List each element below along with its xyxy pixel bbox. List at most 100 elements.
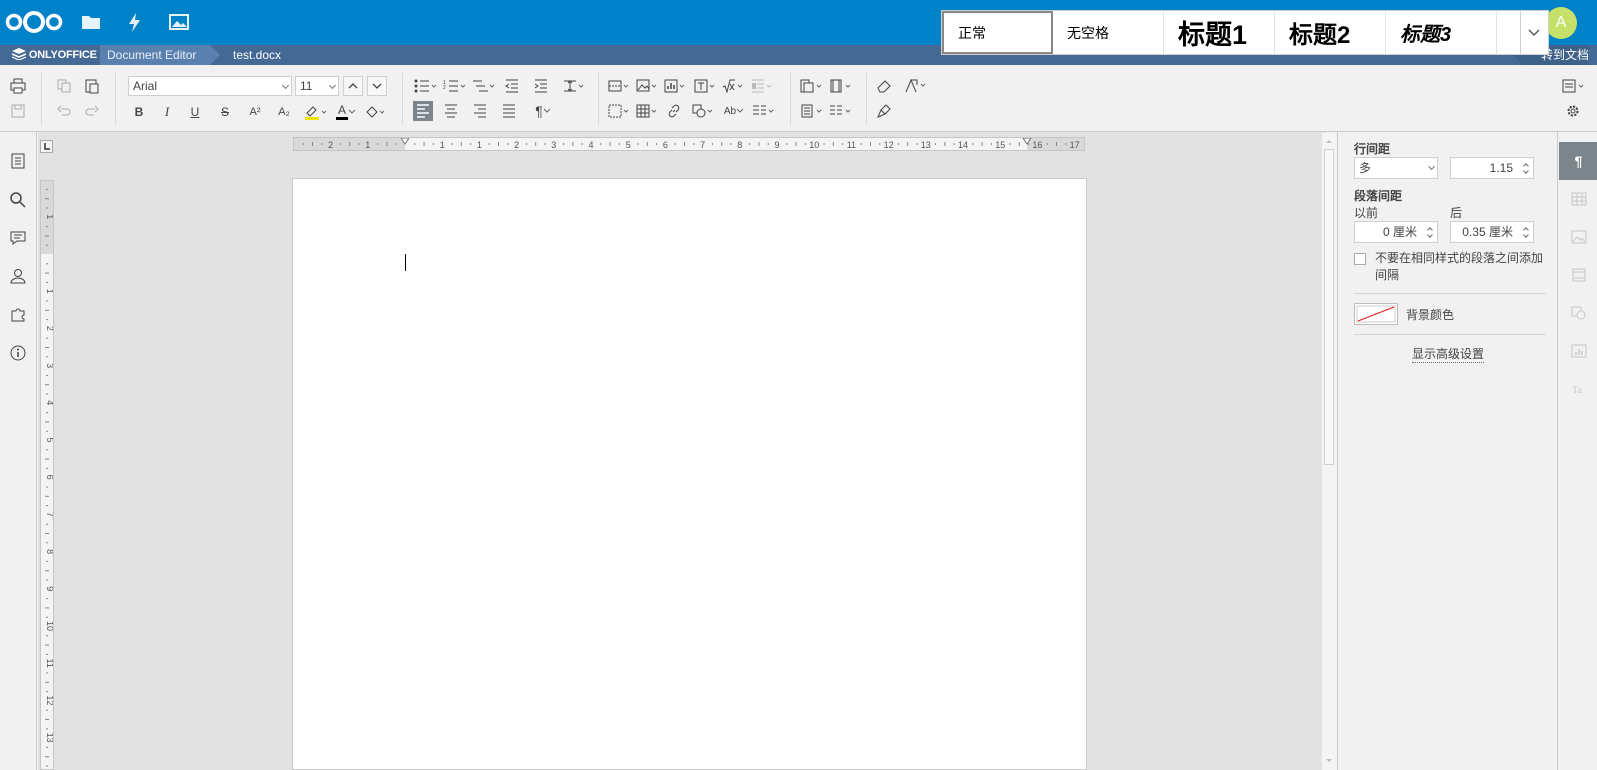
line-spacing-button[interactable] <box>562 76 588 96</box>
print-button[interactable] <box>8 76 28 96</box>
insert-columns-button[interactable] <box>828 101 854 121</box>
comments-icon[interactable] <box>9 229 27 247</box>
undo-button[interactable] <box>54 101 74 121</box>
user-avatar[interactable]: A <box>1545 7 1577 39</box>
chat-user-icon[interactable] <box>9 267 27 285</box>
spacing-before-input[interactable]: 0 厘米 <box>1354 221 1438 243</box>
no-space-same-style-checkbox[interactable] <box>1354 253 1366 265</box>
font-color-button[interactable]: A <box>333 102 359 122</box>
scroll-thumb[interactable] <box>1324 149 1334 465</box>
style-heading-3[interactable]: 标题3 <box>1386 11 1497 54</box>
style-heading-2[interactable]: 标题2 <box>1275 11 1386 54</box>
tab-paragraph-settings[interactable]: ¶ <box>1559 142 1597 180</box>
horizontal-ruler[interactable]: 2 1 1 1 2 3 4 5 6 7 8 9 10 11 12 13 14 15 16 17 <box>293 137 1085 151</box>
italic-button[interactable]: I <box>157 102 177 122</box>
text-art-button[interactable]: Ab <box>720 101 748 121</box>
insert-table-button[interactable] <box>636 101 660 121</box>
insert-textbox-button[interactable] <box>694 76 718 96</box>
dropcap-button[interactable] <box>751 76 775 96</box>
files-icon[interactable] <box>80 11 102 33</box>
line-spacing-mode-select[interactable]: 多 <box>1354 157 1438 179</box>
bold-button[interactable]: B <box>129 102 149 122</box>
file-icon[interactable] <box>9 152 27 170</box>
highlight-button[interactable] <box>302 102 330 122</box>
vertical-ruler[interactable]: 112345678910111213 <box>40 180 54 770</box>
columns-button[interactable] <box>751 101 777 121</box>
increase-indent-button[interactable] <box>531 76 551 96</box>
style-normal[interactable]: 正常 <box>942 11 1053 54</box>
scroll-up-icon[interactable] <box>1322 135 1336 147</box>
activity-icon[interactable] <box>124 11 146 33</box>
change-color-scheme-button[interactable] <box>903 76 929 96</box>
redo-button[interactable] <box>82 101 102 121</box>
increase-font-button[interactable] <box>343 76 363 96</box>
justify-button[interactable] <box>499 101 519 121</box>
subscript-button[interactable]: A₂ <box>273 102 295 122</box>
paragraph-shading-button[interactable] <box>363 102 389 122</box>
multilevel-list-button[interactable] <box>472 76 496 96</box>
insert-chart-button[interactable] <box>664 76 688 96</box>
underline-button[interactable]: U <box>185 102 205 122</box>
document-page[interactable] <box>292 178 1087 770</box>
gallery-icon[interactable] <box>168 11 190 33</box>
spacing-after-input[interactable]: 0.35 厘米 <box>1450 221 1534 243</box>
advanced-settings-link[interactable]: 显示高级设置 <box>1412 345 1485 363</box>
font-size-select[interactable]: 11 <box>295 76 339 96</box>
align-right-button[interactable] <box>470 101 490 121</box>
align-left-button[interactable] <box>413 101 433 121</box>
scroll-down-icon[interactable] <box>1322 755 1336 767</box>
tab-selector[interactable] <box>40 140 53 153</box>
insert-equation-button[interactable] <box>722 76 746 96</box>
line-spacing-value-input[interactable]: 1.15 <box>1450 157 1534 179</box>
plugins-icon[interactable] <box>9 305 27 323</box>
decrease-indent-button[interactable] <box>502 76 522 96</box>
tab-textart-settings[interactable]: Ta <box>1559 370 1597 408</box>
ruler-tick <box>45 384 49 386</box>
page-break-button[interactable] <box>608 76 632 96</box>
search-icon[interactable] <box>9 191 27 209</box>
clear-style-button[interactable] <box>874 76 894 96</box>
nextcloud-logo-icon[interactable] <box>4 9 64 35</box>
page-margins-button[interactable] <box>828 76 854 96</box>
table-borders-button[interactable] <box>608 101 632 121</box>
copy-button[interactable] <box>54 76 74 96</box>
insert-link-button[interactable] <box>664 101 684 121</box>
numbered-list-button[interactable]: 12 <box>443 76 467 96</box>
view-settings-button[interactable] <box>1561 76 1587 96</box>
right-indent-marker[interactable] <box>1022 138 1032 145</box>
paragraph-mark-icon: ¶ <box>1574 153 1583 169</box>
paste-button[interactable] <box>82 76 102 96</box>
font-name-select[interactable]: Arial <box>128 76 292 96</box>
insert-shape-button[interactable] <box>692 101 716 121</box>
bullet-list-button[interactable] <box>414 76 438 96</box>
style-heading-1[interactable]: 标题1 <box>1164 11 1275 54</box>
strikethrough-button[interactable]: S <box>215 102 235 122</box>
superscript-button[interactable]: A² <box>244 102 266 122</box>
tab-header-footer-settings[interactable] <box>1559 256 1597 294</box>
indent-marker[interactable] <box>400 138 410 145</box>
insert-image-button[interactable] <box>636 76 660 96</box>
align-center-button[interactable] <box>441 101 461 121</box>
copy-style-button[interactable] <box>874 101 894 121</box>
page-size-button[interactable] <box>799 101 825 121</box>
background-color-picker[interactable] <box>1354 303 1398 325</box>
tab-image-settings[interactable] <box>1559 218 1597 256</box>
ruler-tick <box>730 143 732 145</box>
save-button[interactable] <box>8 101 28 121</box>
tab-table-settings[interactable] <box>1559 180 1597 218</box>
spin-down-icon[interactable] <box>1523 168 1529 174</box>
style-no-spacing[interactable]: 无空格 <box>1053 11 1164 54</box>
spin-down-icon[interactable] <box>1427 232 1433 238</box>
tab-shape-settings[interactable] <box>1559 294 1597 332</box>
ruler-tick <box>563 143 565 145</box>
info-icon[interactable] <box>9 344 27 362</box>
page-orientation-button[interactable] <box>799 76 825 96</box>
styles-expand-button[interactable] <box>1521 10 1549 55</box>
tab-chart-settings[interactable] <box>1559 332 1597 370</box>
nonprinting-chars-button[interactable]: ¶ <box>530 101 556 121</box>
decrease-font-button[interactable] <box>367 76 387 96</box>
spin-down-icon[interactable] <box>1523 232 1529 238</box>
vertical-scrollbar[interactable] <box>1322 133 1336 770</box>
no-space-same-style-label[interactable]: 不要在相同样式的段落之间添加 间隔 <box>1375 250 1547 284</box>
settings-button[interactable] <box>1563 101 1583 121</box>
